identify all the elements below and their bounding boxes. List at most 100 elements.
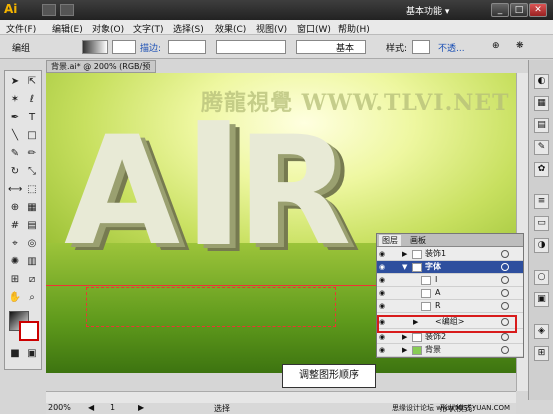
tab-layers[interactable]: 图层: [379, 235, 401, 246]
sublayer-row[interactable]: ◉ A: [377, 287, 523, 300]
minimize-button[interactable]: _: [491, 3, 509, 17]
zoom-level[interactable]: 200%: [48, 403, 71, 412]
target-icon[interactable]: [501, 289, 509, 297]
sublayer-row[interactable]: ◉ R: [377, 300, 523, 313]
width-tool-icon[interactable]: ⟷: [8, 183, 22, 197]
workspace-switcher[interactable]: 基本功能 ▾: [406, 4, 449, 17]
visibility-eye-icon[interactable]: ◉: [379, 276, 388, 284]
prev-page-icon[interactable]: ◀: [88, 403, 94, 412]
menu-file[interactable]: 文件(F): [6, 22, 36, 35]
screen-mode-icon[interactable]: ▣: [25, 347, 39, 361]
line-tool-icon[interactable]: ╲: [8, 129, 22, 143]
gradient-panel-icon[interactable]: ▭: [534, 216, 549, 231]
opacity-link[interactable]: 不透...: [438, 41, 465, 54]
stroke-weight-field[interactable]: [168, 40, 206, 54]
page-number[interactable]: 1: [110, 403, 115, 412]
maximize-button[interactable]: □: [510, 3, 528, 17]
layer-row[interactable]: ◉ ▶ 装饰1: [377, 248, 523, 261]
visibility-eye-icon[interactable]: ◉: [379, 333, 388, 341]
menu-select[interactable]: 选择(S): [173, 22, 204, 35]
visibility-eye-icon[interactable]: ◉: [379, 289, 388, 297]
horizontal-scrollbar[interactable]: [46, 391, 516, 403]
color-mode-icon[interactable]: ■: [8, 347, 22, 361]
hand-tool-icon[interactable]: ✋: [8, 291, 22, 305]
brush-dropdown[interactable]: [296, 40, 366, 54]
menu-window[interactable]: 窗口(W): [297, 22, 331, 35]
slice-tool-icon[interactable]: ⧄: [25, 273, 39, 287]
letter-r[interactable]: R: [236, 117, 352, 267]
layer-row[interactable]: ◉ ▶ 背景: [377, 344, 523, 357]
bridge-icon[interactable]: [42, 4, 56, 16]
symbol-sprayer-tool-icon[interactable]: ✺: [8, 255, 22, 269]
scale-tool-icon[interactable]: ⤡: [25, 165, 39, 179]
direct-selection-tool-icon[interactable]: ⇱: [25, 75, 39, 89]
pencil-tool-icon[interactable]: ✏: [25, 147, 39, 161]
fill-swatch[interactable]: [82, 40, 108, 54]
tab-artboards[interactable]: 画板: [407, 235, 429, 246]
selection-tool-icon[interactable]: ➤: [8, 75, 22, 89]
gradient-tool-icon[interactable]: ▤: [25, 219, 39, 233]
target-icon[interactable]: [501, 250, 509, 258]
expand-arrow-icon[interactable]: ▶: [402, 248, 407, 260]
expand-arrow-icon[interactable]: ▶: [402, 344, 407, 356]
layer-row-selected[interactable]: ◉ ▼ 字体: [377, 261, 523, 274]
recolor-icon[interactable]: ⊕: [492, 41, 500, 51]
visibility-eye-icon[interactable]: ◉: [379, 263, 388, 271]
free-transform-tool-icon[interactable]: ⬚: [25, 183, 39, 197]
eyedropper-tool-icon[interactable]: ⌖: [8, 237, 22, 251]
paintbrush-tool-icon[interactable]: ✎: [8, 147, 22, 161]
document-tab[interactable]: 背景.ai* @ 200% (RGB/预览): [46, 60, 156, 82]
sublayer-row[interactable]: ◉ I: [377, 274, 523, 287]
menu-type[interactable]: 文字(T): [133, 22, 164, 35]
visibility-eye-icon[interactable]: ◉: [379, 346, 388, 354]
transparency-panel-icon[interactable]: ◑: [534, 238, 549, 253]
target-icon[interactable]: [501, 302, 509, 310]
shape-builder-tool-icon[interactable]: ⊕: [8, 201, 22, 215]
stroke-panel-icon[interactable]: ≡: [534, 194, 549, 209]
menu-help[interactable]: 帮助(H): [338, 22, 370, 35]
rectangle-tool-icon[interactable]: □: [25, 129, 39, 143]
blend-tool-icon[interactable]: ◎: [25, 237, 39, 251]
close-button[interactable]: ✕: [529, 3, 547, 17]
target-icon[interactable]: [501, 276, 509, 284]
layers-panel-icon[interactable]: ◈: [534, 324, 549, 339]
swatches-panel-icon[interactable]: ▤: [534, 118, 549, 133]
visibility-eye-icon[interactable]: ◉: [379, 302, 388, 310]
menu-object[interactable]: 对象(O): [92, 22, 124, 35]
rotate-tool-icon[interactable]: ↻: [8, 165, 22, 179]
menu-effect[interactable]: 效果(C): [215, 22, 246, 35]
mesh-tool-icon[interactable]: #: [8, 219, 22, 233]
target-icon[interactable]: [501, 333, 509, 341]
zoom-tool-icon[interactable]: ⌕: [25, 291, 39, 305]
stroke-swatch[interactable]: [112, 40, 136, 54]
isolate-icon[interactable]: ❋: [516, 41, 524, 51]
symbols-panel-icon[interactable]: ✿: [534, 162, 549, 177]
lasso-tool-icon[interactable]: ℓ: [25, 93, 39, 107]
target-icon[interactable]: [501, 263, 509, 271]
arrange-docs-icon[interactable]: [60, 4, 74, 16]
menu-edit[interactable]: 编辑(E): [52, 22, 83, 35]
visibility-eye-icon[interactable]: ◉: [379, 250, 388, 258]
target-icon[interactable]: [501, 346, 509, 354]
artboards-panel-icon[interactable]: ⊞: [534, 346, 549, 361]
expand-arrow-icon[interactable]: ▼: [402, 261, 407, 273]
menu-view[interactable]: 视图(V): [256, 22, 287, 35]
brushes-panel-icon[interactable]: ✎: [534, 140, 549, 155]
status-mode[interactable]: 选择: [214, 403, 230, 414]
magic-wand-tool-icon[interactable]: ✶: [8, 93, 22, 107]
type-tool-icon[interactable]: T: [25, 111, 39, 125]
pen-tool-icon[interactable]: ✒: [8, 111, 22, 125]
letter-a[interactable]: A: [64, 117, 180, 267]
perspective-grid-tool-icon[interactable]: ▦: [25, 201, 39, 215]
graph-tool-icon[interactable]: ▥: [25, 255, 39, 269]
stroke-link[interactable]: 描边:: [140, 41, 161, 54]
variable-width-dropdown[interactable]: [216, 40, 286, 54]
graphic-styles-panel-icon[interactable]: ▣: [534, 292, 549, 307]
appearance-panel-icon[interactable]: ○: [534, 270, 549, 285]
color-guide-icon[interactable]: ▦: [534, 96, 549, 111]
color-panel-icon[interactable]: ◐: [534, 74, 549, 89]
next-page-icon[interactable]: ▶: [138, 403, 144, 412]
artboard-tool-icon[interactable]: ⊞: [8, 273, 22, 287]
graphic-style-swatch[interactable]: [412, 40, 430, 54]
stroke-color-swatch[interactable]: [19, 321, 39, 341]
